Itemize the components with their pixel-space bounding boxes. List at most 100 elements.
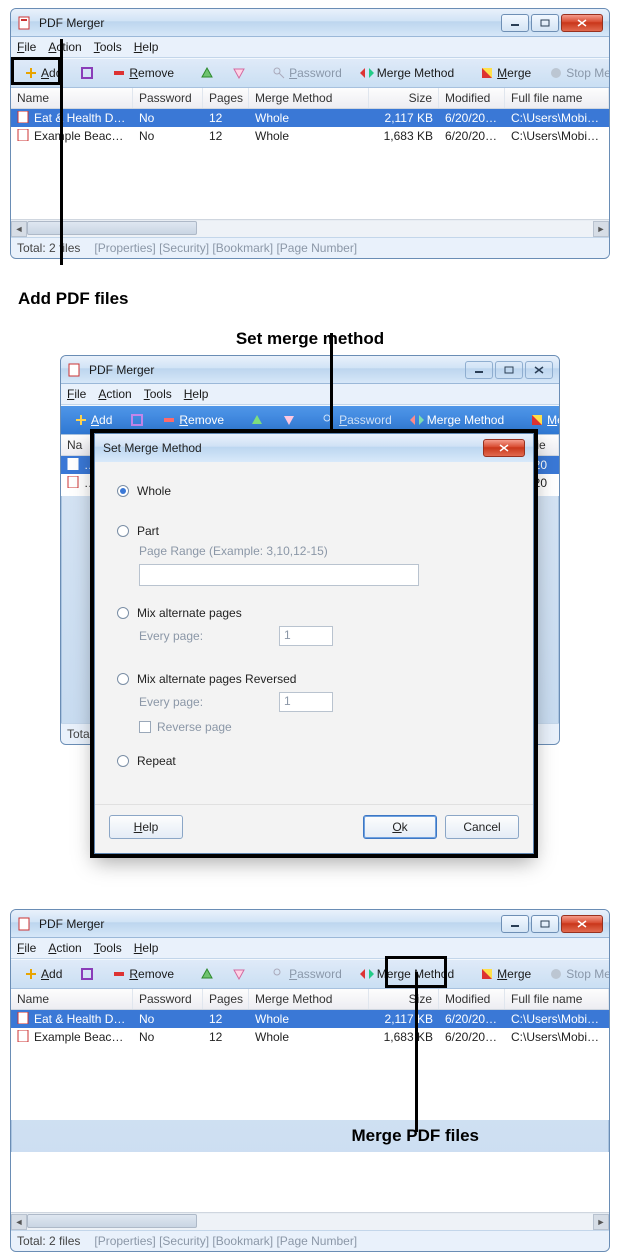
- table-row[interactable]: Example Beaches.pdf No 12 Whole 1,683 KB…: [11, 127, 609, 145]
- table-row[interactable]: Eat & Health DEMO... No 12 Whole 2,117 K…: [11, 1010, 609, 1028]
- plus-icon: [24, 967, 38, 981]
- move-up-button[interactable]: [243, 410, 271, 430]
- dialog-cancel-button[interactable]: Cancel: [445, 815, 519, 839]
- col-modified[interactable]: Modified: [439, 88, 505, 108]
- minimize-button[interactable]: [501, 915, 529, 933]
- triangle-down-icon: [282, 413, 296, 427]
- status-links[interactable]: [Properties] [Security] [Bookmark] [Page…: [94, 241, 357, 255]
- minimize-button[interactable]: [465, 361, 493, 379]
- scroll-right-icon[interactable]: ►: [593, 221, 609, 237]
- close-button[interactable]: [561, 915, 603, 933]
- horizontal-scrollbar[interactable]: ◄ ►: [11, 1212, 609, 1230]
- merge-method-button[interactable]: Merge Method: [353, 964, 461, 984]
- set-caption: Set merge method: [10, 329, 610, 349]
- menu-file[interactable]: File: [17, 941, 36, 955]
- col-name[interactable]: Name: [11, 88, 133, 108]
- file-list[interactable]: Eat & Health DEMO... No 12 Whole 2,117 K…: [11, 109, 609, 219]
- scroll-left-icon[interactable]: ◄: [11, 1214, 27, 1230]
- menu-file[interactable]: File: [17, 40, 36, 54]
- stop-merging-button[interactable]: Stop Merging: [542, 964, 610, 984]
- col-merge-method[interactable]: Merge Method: [249, 88, 369, 108]
- move-down-button[interactable]: [225, 63, 253, 83]
- menu-action[interactable]: Action: [98, 387, 131, 401]
- move-down-button[interactable]: [225, 964, 253, 984]
- toolbar: Add Remove Password Merge Method Merge S…: [11, 959, 609, 989]
- main-window: PDF Merger File Action Tools Help Add: [10, 8, 610, 259]
- col-password[interactable]: Password: [133, 88, 203, 108]
- menu-tools[interactable]: Tools: [94, 941, 122, 955]
- select-button[interactable]: [73, 964, 101, 984]
- merge-method-button[interactable]: Merge Method: [353, 63, 461, 83]
- add-button[interactable]: Add: [67, 410, 119, 430]
- password-button[interactable]: Password: [265, 63, 349, 83]
- menu-action[interactable]: Action: [48, 941, 81, 955]
- close-button[interactable]: [525, 361, 553, 379]
- maximize-button[interactable]: [531, 915, 559, 933]
- password-button[interactable]: Password: [315, 410, 399, 430]
- titlebar: PDF Merger: [11, 910, 609, 938]
- reverse-checkbox-row[interactable]: Reverse page: [139, 720, 515, 734]
- scroll-right-icon[interactable]: ►: [593, 1214, 609, 1230]
- merge-button[interactable]: Merge: [473, 964, 538, 984]
- scroll-left-icon[interactable]: ◄: [11, 221, 27, 237]
- menu-tools[interactable]: Tools: [144, 387, 172, 401]
- remove-button[interactable]: Remove: [105, 964, 181, 984]
- menu-help[interactable]: Help: [184, 387, 209, 401]
- close-button[interactable]: [561, 14, 603, 32]
- select-button[interactable]: [123, 410, 151, 430]
- window-title: PDF Merger: [39, 16, 501, 30]
- radio-mix[interactable]: Mix alternate pages: [117, 606, 515, 620]
- radio-whole[interactable]: Whole: [117, 484, 515, 498]
- move-up-button[interactable]: [193, 63, 221, 83]
- col-pages[interactable]: Pages: [203, 88, 249, 108]
- col-full[interactable]: Full file name: [505, 88, 609, 108]
- horizontal-scrollbar[interactable]: ◄ ►: [11, 219, 609, 237]
- add-button[interactable]: Add: [17, 964, 69, 984]
- list-header[interactable]: Name Password Pages Merge Method Size Mo…: [11, 88, 609, 109]
- remove-button[interactable]: Remove: [105, 63, 181, 83]
- page-range-input[interactable]: [139, 564, 419, 586]
- pdf-icon: [67, 458, 81, 472]
- file-list[interactable]: Eat & Health DEMO... No 12 Whole 2,117 K…: [11, 1010, 609, 1120]
- dialog-ok-button[interactable]: Ok: [363, 815, 437, 839]
- square-icon: [130, 413, 144, 427]
- menu-action[interactable]: Action: [48, 40, 81, 54]
- move-up-button[interactable]: [193, 964, 221, 984]
- menu-help[interactable]: Help: [134, 941, 159, 955]
- merge-method-button[interactable]: Merge Method: [403, 410, 511, 430]
- merge-button[interactable]: Merge: [473, 63, 538, 83]
- merge-button[interactable]: Merge: [523, 410, 560, 430]
- radio-repeat[interactable]: Repeat: [117, 754, 515, 768]
- radio-mix-rev[interactable]: Mix alternate pages Reversed: [117, 672, 515, 686]
- password-button[interactable]: Password: [265, 964, 349, 984]
- dialog-close-button[interactable]: [483, 439, 525, 457]
- table-row[interactable]: Eat & Health DEMO... No 12 Whole 2,117 K…: [11, 109, 609, 127]
- merge-method-dialog: Set Merge Method Whole Part Page Range (…: [94, 433, 534, 854]
- mixrev-every-input[interactable]: 1: [279, 692, 333, 712]
- key-icon: [272, 967, 286, 981]
- remove-button[interactable]: Remove: [155, 410, 231, 430]
- flag-icon: [480, 66, 494, 80]
- stop-merging-button[interactable]: Stop Merging: [542, 63, 610, 83]
- status-bar: Total: 2 files [Properties] [Security] […: [11, 1230, 609, 1251]
- mix-every-input[interactable]: 1: [279, 626, 333, 646]
- status-total: Total: 2 files: [17, 241, 80, 255]
- dialog-help-button[interactable]: Help: [109, 815, 183, 839]
- maximize-button[interactable]: [531, 14, 559, 32]
- flag-icon: [480, 967, 494, 981]
- move-down-button[interactable]: [275, 410, 303, 430]
- maximize-button[interactable]: [495, 361, 523, 379]
- list-header[interactable]: Name Password Pages Merge Method Size Mo…: [11, 989, 609, 1010]
- select-button[interactable]: [73, 63, 101, 83]
- status-links[interactable]: [Properties] [Security] [Bookmark] [Page…: [94, 1234, 357, 1248]
- minimize-button[interactable]: [501, 14, 529, 32]
- menu-tools[interactable]: Tools: [94, 40, 122, 54]
- radio-part[interactable]: Part: [117, 524, 515, 538]
- menu-help[interactable]: Help: [134, 40, 159, 54]
- scroll-thumb[interactable]: [27, 1214, 197, 1228]
- table-row[interactable]: Example Beaches.pdf No 12 Whole 1,683 KB…: [11, 1028, 609, 1046]
- col-size[interactable]: Size: [369, 88, 439, 108]
- triangle-up-icon: [200, 967, 214, 981]
- menu-file[interactable]: File: [67, 387, 86, 401]
- scroll-thumb[interactable]: [27, 221, 197, 235]
